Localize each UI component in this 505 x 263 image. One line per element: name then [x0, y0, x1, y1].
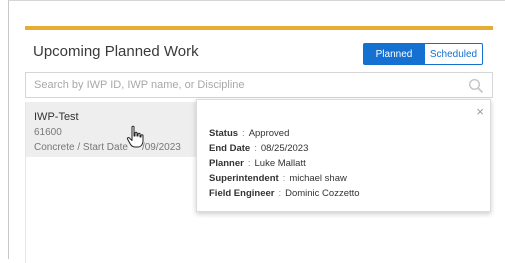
search-icon[interactable] [468, 78, 484, 94]
planned-toggle-button[interactable]: Planned [363, 43, 425, 65]
detail-row-status: Status: Approved [209, 128, 290, 139]
search-input[interactable] [34, 77, 454, 93]
search-box [25, 72, 493, 98]
close-icon[interactable]: × [476, 105, 484, 118]
list-item[interactable]: IWP-Test 61600 Concrete / Start Date/09/… [26, 102, 196, 157]
work-item-date: /09/2023 [141, 142, 181, 153]
panel-title: Upcoming Planned Work [33, 43, 199, 60]
work-item-meta: Concrete / Start Date/09/2023 [34, 142, 181, 153]
details-list: Status: Approved End Date:08/25/2023 Plan… [209, 126, 360, 201]
detail-row-superintendent: Superintendent: michael shaw [209, 173, 347, 184]
hand-cursor-icon [126, 125, 144, 148]
work-item-name: IWP-Test [34, 111, 79, 123]
work-item-details-popover: × Status: Approved End Date:08/25/2023 Pl… [196, 99, 491, 212]
scheduled-toggle-button[interactable]: Scheduled [425, 43, 483, 65]
work-item-discipline: Concrete / Start Date [34, 142, 128, 153]
work-item-id: 61600 [34, 127, 62, 138]
view-toggle: Planned Scheduled [363, 43, 483, 65]
detail-row-planner: Planner: Luke Mallatt [209, 158, 306, 169]
detail-row-field-engineer: Field Engineer: Dominic Cozzetto [209, 188, 360, 199]
detail-row-end-date: End Date:08/25/2023 [209, 143, 309, 154]
